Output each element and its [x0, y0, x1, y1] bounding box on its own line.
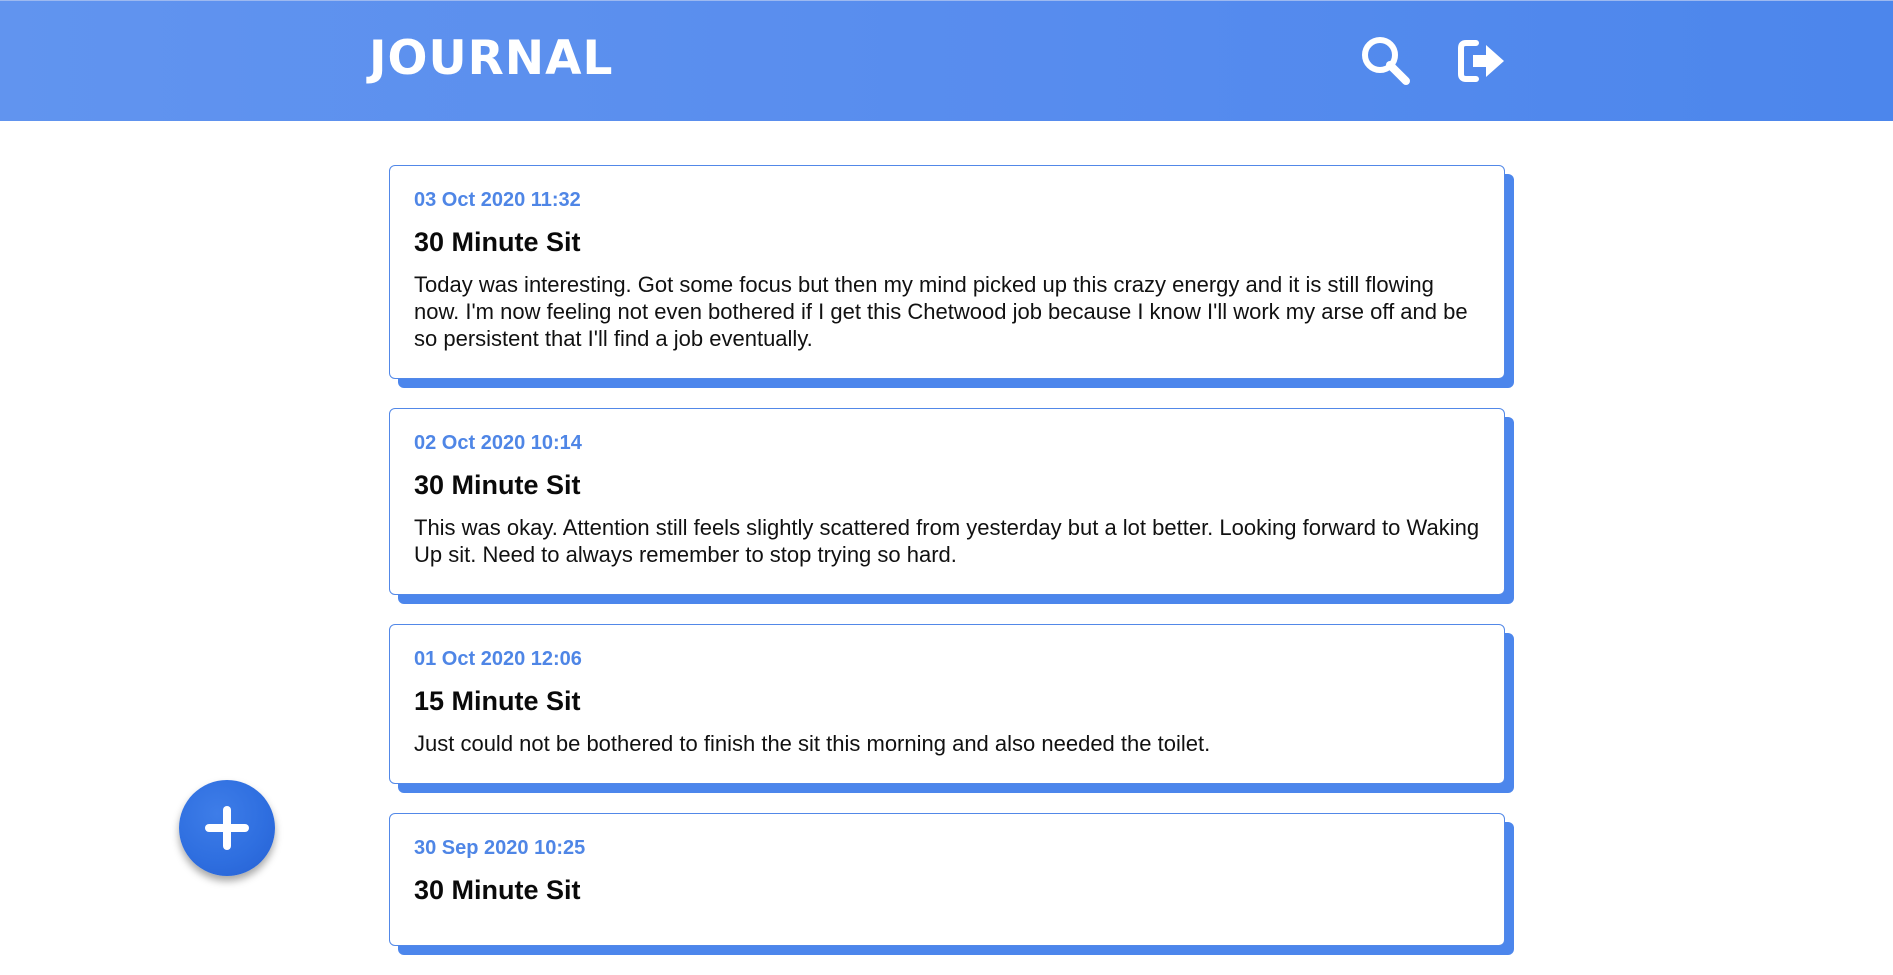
entry-date: 02 Oct 2020 10:14: [414, 432, 582, 454]
app-title: JOURNAL: [369, 31, 614, 86]
entry-title: 15 Minute Sit: [414, 686, 581, 716]
entry-date: 30 Sep 2020 10:25: [414, 837, 586, 859]
entry-date: 01 Oct 2020 12:06: [414, 648, 582, 670]
entry-body: This was okay. Attention still feels sli…: [414, 515, 1480, 567]
journal-entry-card[interactable]: 02 Oct 2020 10:14 30 Minute Sit This was…: [389, 408, 1505, 595]
entry-body: Today was interesting. Got some focus bu…: [414, 272, 1468, 351]
entry-title: 30 Minute Sit: [414, 227, 581, 257]
sign-out-icon: [1458, 40, 1504, 82]
plus-icon: [205, 806, 249, 850]
entry-title: 30 Minute Sit: [414, 470, 581, 500]
add-entry-button[interactable]: [179, 780, 275, 876]
journal-entry-card[interactable]: 30 Sep 2020 10:25 30 Minute Sit: [389, 813, 1505, 946]
entry-date: 03 Oct 2020 11:32: [414, 189, 581, 211]
entry-body: Just could not be bothered to finish the…: [414, 731, 1211, 756]
journal-entry-card[interactable]: 03 Oct 2020 11:32 30 Minute Sit Today wa…: [389, 165, 1505, 379]
journal-entry-list: 03 Oct 2020 11:32 30 Minute Sit Today wa…: [389, 165, 1513, 975]
logout-button[interactable]: [1452, 31, 1512, 91]
entry-title: 30 Minute Sit: [414, 875, 581, 905]
journal-entry-card[interactable]: 01 Oct 2020 12:06 15 Minute Sit Just cou…: [389, 624, 1505, 784]
app-header: JOURNAL: [0, 0, 1893, 121]
search-button[interactable]: [1356, 31, 1416, 91]
search-icon: [1362, 37, 1410, 85]
